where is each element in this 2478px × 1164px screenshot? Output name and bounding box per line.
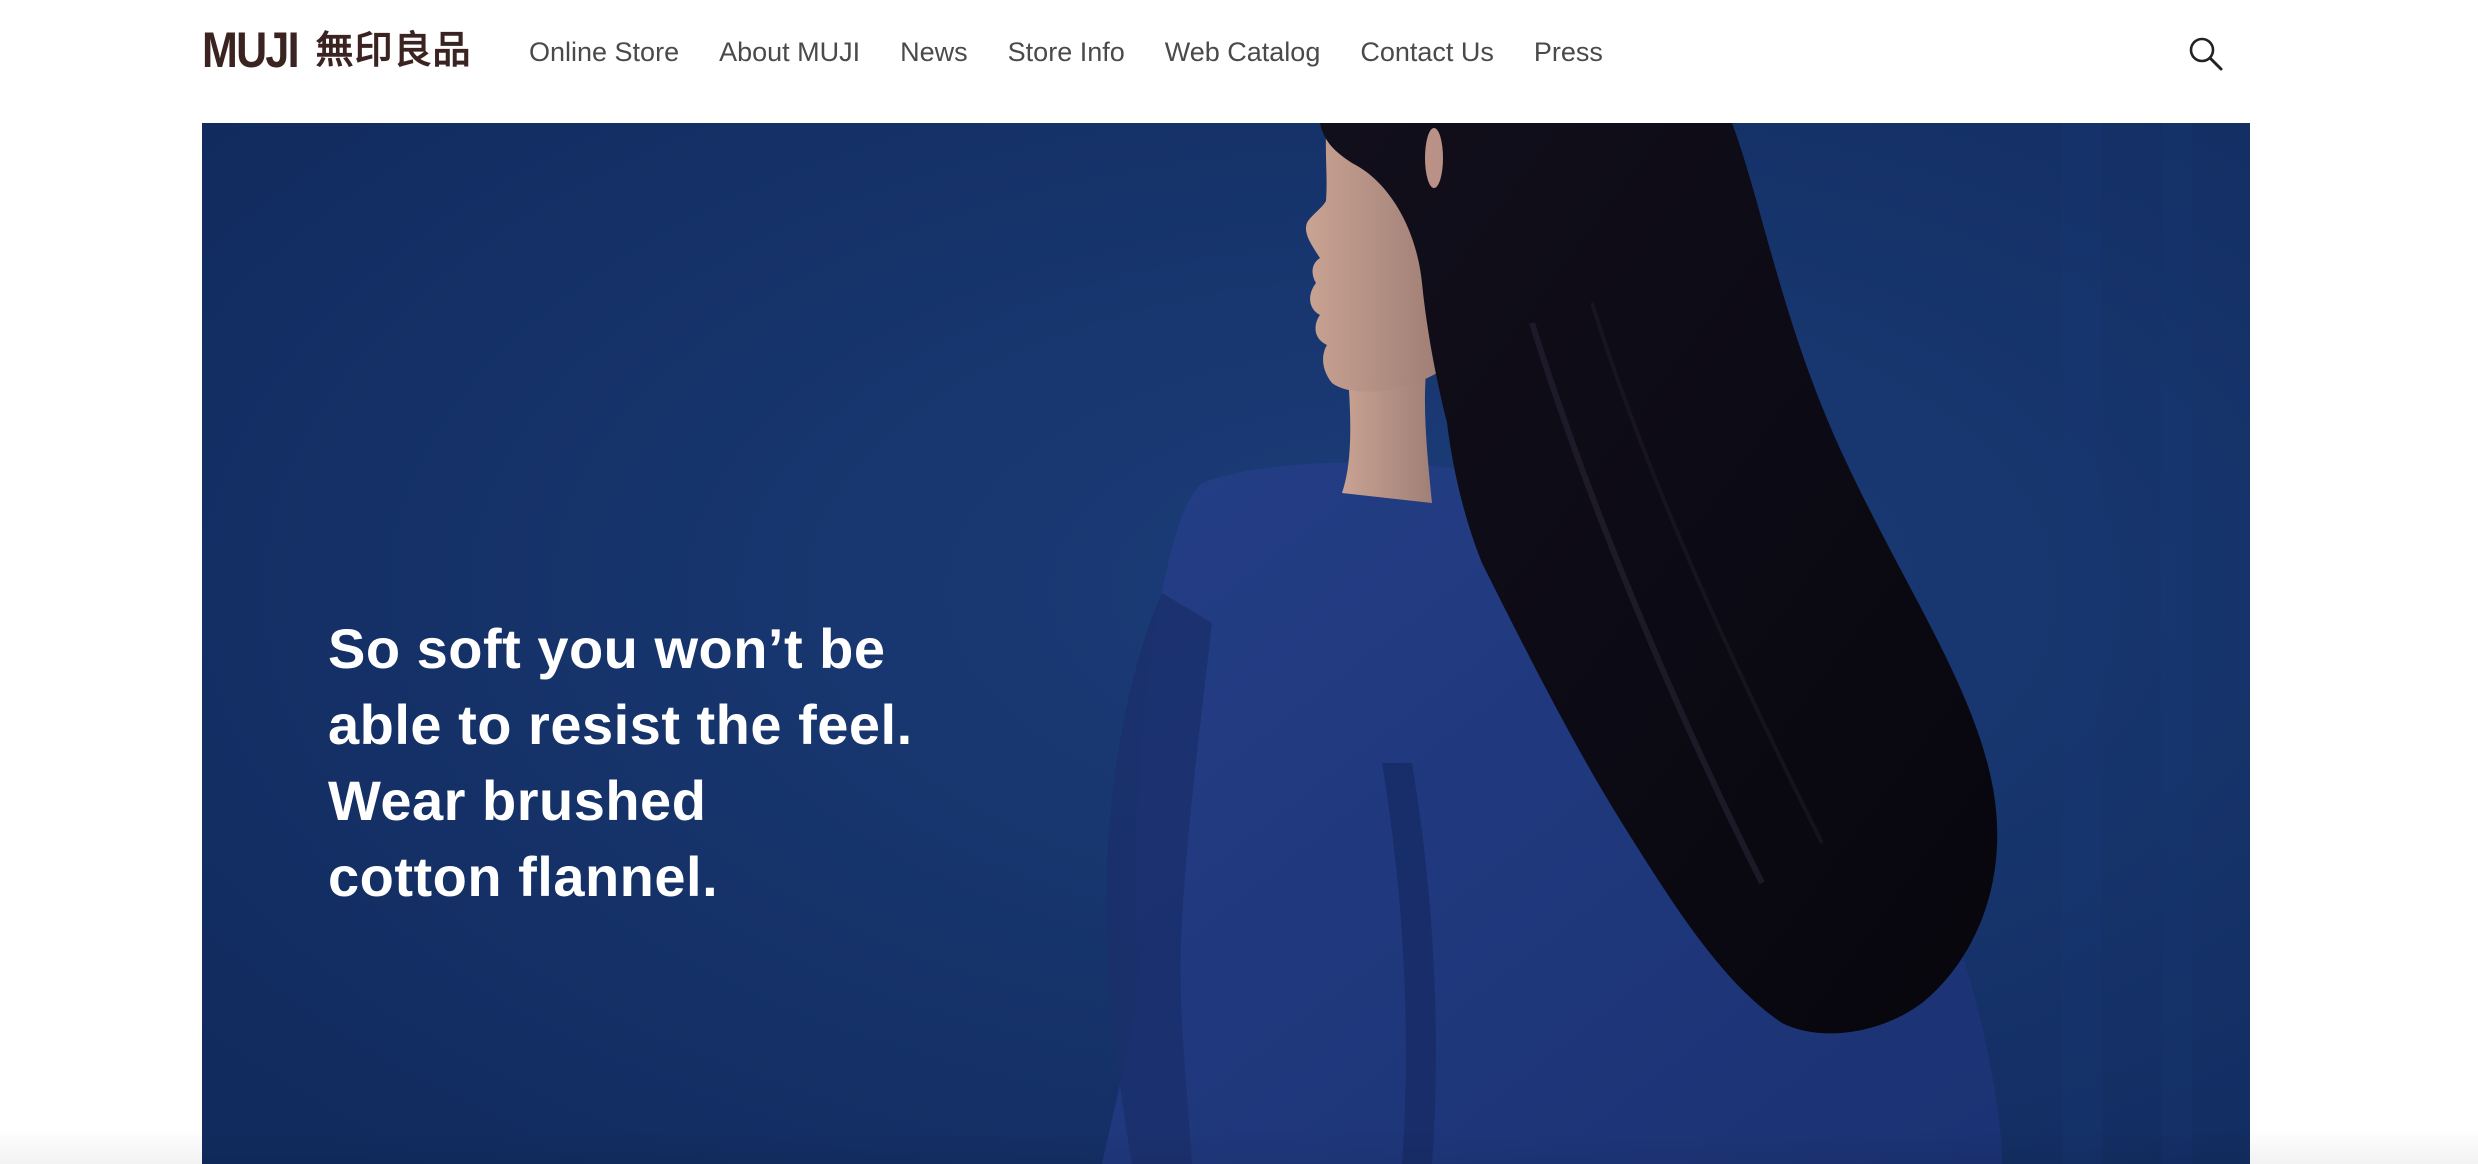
hero-headline: So soft you won’t be able to resist the … [328, 611, 1088, 915]
hero-banner[interactable]: So soft you won’t be able to resist the … [202, 123, 2250, 1164]
site-header: MUJI 無印良品 Online Store About MUJI News S… [0, 0, 2478, 122]
nav-online-store[interactable]: Online Store [529, 30, 679, 74]
page: MUJI 無印良品 Online Store About MUJI News S… [0, 0, 2478, 1164]
muji-logo[interactable]: MUJI 無印良品 [202, 24, 471, 76]
nav-press[interactable]: Press [1534, 30, 1603, 74]
hero-headline-line-1: So soft you won’t be [328, 617, 886, 680]
hero-headline-line-2: able to resist the feel. [328, 693, 913, 756]
search-button[interactable] [2186, 34, 2226, 74]
main-nav: Online Store About MUJI News Store Info … [529, 30, 1603, 74]
search-icon [2189, 37, 2223, 71]
logo-latin-text: MUJI [202, 22, 300, 78]
nav-about-muji[interactable]: About MUJI [719, 30, 860, 74]
logo-japanese-text: 無印良品 [315, 28, 472, 72]
nav-contact-us[interactable]: Contact Us [1360, 30, 1494, 74]
hero-headline-line-4: cotton flannel. [328, 845, 719, 908]
nav-web-catalog[interactable]: Web Catalog [1165, 30, 1321, 74]
hero-headline-line-3: Wear brushed [328, 769, 707, 832]
nav-store-info[interactable]: Store Info [1008, 30, 1125, 74]
nav-news[interactable]: News [900, 30, 968, 74]
